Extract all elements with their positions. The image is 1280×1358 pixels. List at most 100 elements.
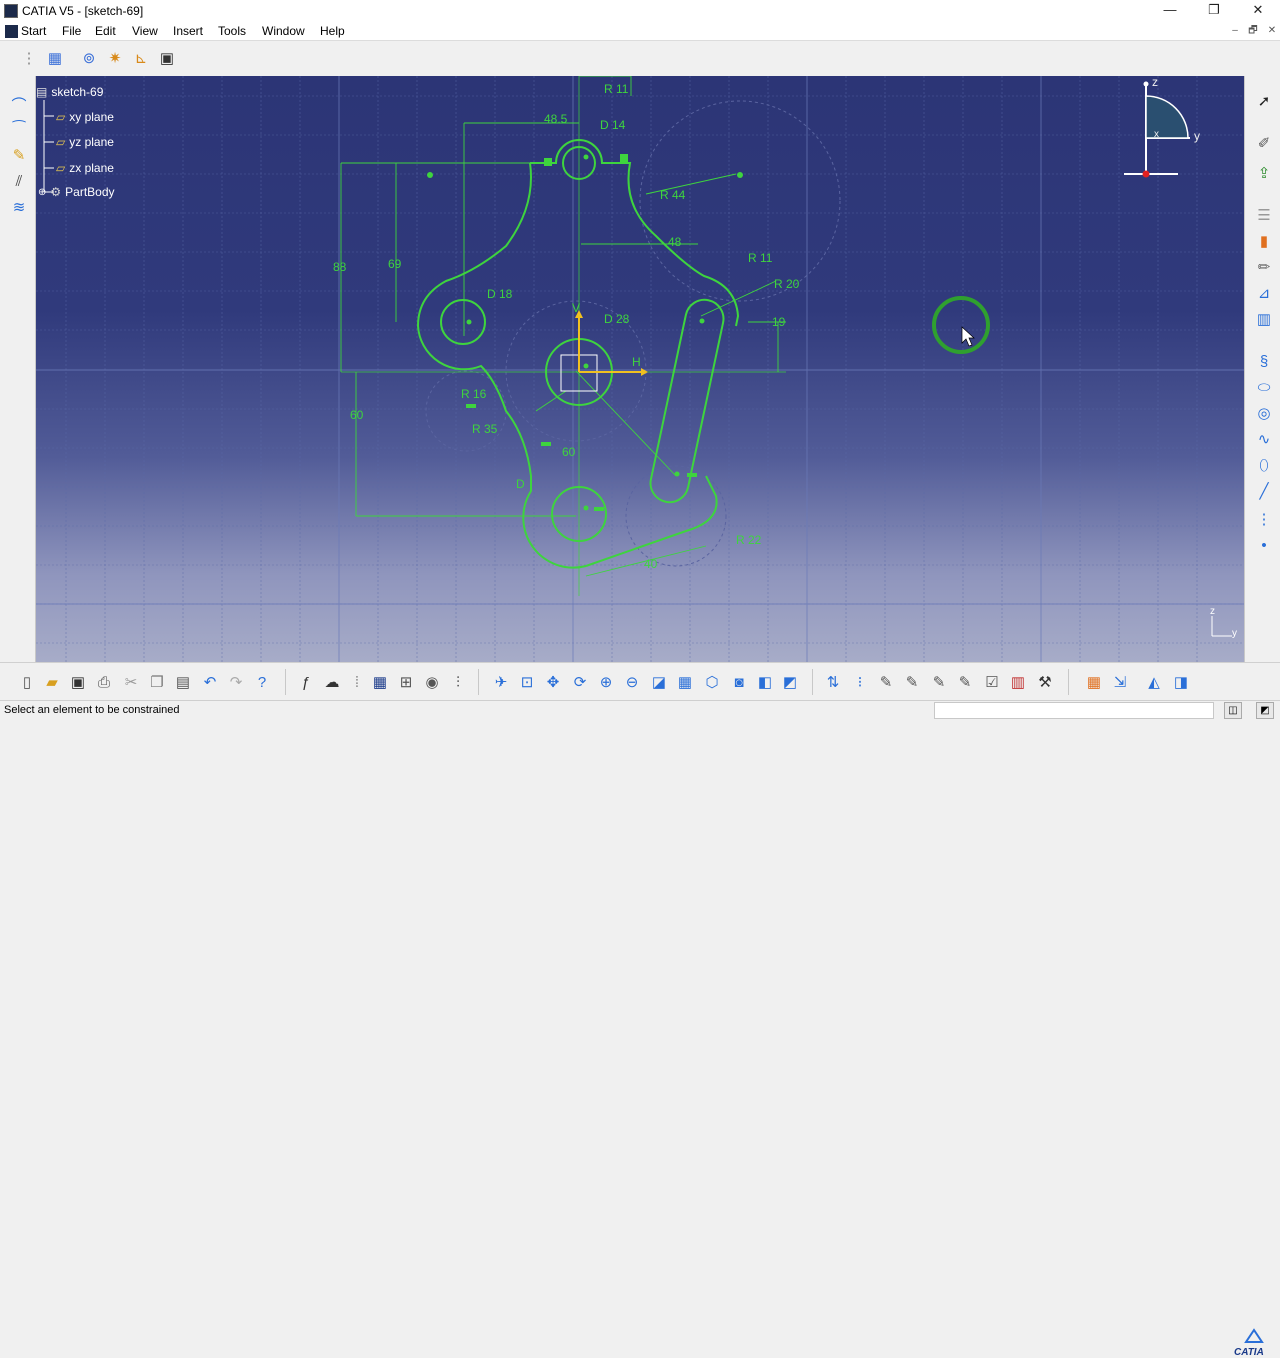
dim-r11-right[interactable]: R 11: [748, 251, 773, 265]
save-icon[interactable]: ▣: [67, 671, 89, 693]
rectangle-icon[interactable]: ▮: [1253, 230, 1275, 252]
symmetry-icon[interactable]: ⫽: [8, 170, 30, 192]
menu-tools[interactable]: Tools: [218, 24, 246, 38]
grid-toggle-icon[interactable]: ▦: [1083, 671, 1105, 693]
edit-icon-3[interactable]: ✎: [928, 671, 950, 693]
cut-icon[interactable]: ✂: [120, 671, 142, 693]
minimize-button[interactable]: —: [1148, 0, 1192, 22]
tools-icon[interactable]: ⚒: [1034, 671, 1056, 693]
ellipse-icon[interactable]: ⬯: [1253, 454, 1275, 476]
dimensional-constraints-icon[interactable]: ⊾: [130, 47, 152, 69]
dim-r16[interactable]: R 16: [461, 387, 487, 401]
snap-to-point-icon[interactable]: ⋮: [18, 47, 40, 69]
constraint-tool-icon[interactable]: ⁝: [849, 671, 871, 693]
menu-help[interactable]: Help: [320, 24, 345, 38]
parameters-icon[interactable]: ⁞: [346, 671, 368, 693]
rotate-icon[interactable]: ⟳: [569, 671, 591, 693]
eraser-icon[interactable]: ✎: [8, 144, 30, 166]
expand-icon[interactable]: ⊕: [38, 187, 46, 198]
undo-icon[interactable]: ↶: [199, 671, 221, 693]
dim-d28[interactable]: D 28: [604, 312, 630, 326]
fly-mode-icon[interactable]: ✈: [490, 671, 512, 693]
doc-close-button[interactable]: ✕: [1264, 25, 1280, 38]
dim-60-vertical[interactable]: 60: [350, 408, 364, 422]
edit-icon-4[interactable]: ✎: [954, 671, 976, 693]
profile-tool-icon[interactable]: §: [1253, 350, 1275, 372]
grid-icon[interactable]: ▦: [44, 47, 66, 69]
project-3d-elements-icon[interactable]: ≋: [8, 196, 30, 218]
sketch-canvas[interactable]: H V R 11 48.5 D 14 R 44 48 R 11 R 20 88 …: [36, 76, 1244, 662]
snap-icon[interactable]: ⇲: [1109, 671, 1131, 693]
dim-40[interactable]: 40: [644, 557, 658, 571]
menu-start[interactable]: Start: [21, 24, 46, 38]
graphics-viewport[interactable]: H V R 11 48.5 D 14 R 44 48 R 11 R 20 88 …: [36, 76, 1244, 662]
sketch-solving-icon[interactable]: ◨: [1170, 671, 1192, 693]
whats-this-icon[interactable]: ?: [251, 671, 273, 693]
dim-48-5[interactable]: 48.5: [544, 112, 568, 126]
point-icon[interactable]: •: [1253, 534, 1275, 556]
dim-d-bottom[interactable]: D: [516, 477, 525, 491]
exit-workbench-icon[interactable]: ⇪: [1253, 162, 1275, 184]
spline-icon[interactable]: ⁀: [8, 118, 30, 140]
pan-icon[interactable]: ✥: [542, 671, 564, 693]
menu-edit[interactable]: Edit: [95, 24, 116, 38]
dim-r20[interactable]: R 20: [774, 277, 800, 291]
operation-icon[interactable]: ▥: [1253, 308, 1275, 330]
tree-item-xy-plane[interactable]: ▱ xy plane: [56, 108, 114, 126]
dim-88[interactable]: 88: [333, 260, 347, 274]
tree-item-partbody[interactable]: ⊕ ⚙ PartBody: [38, 183, 115, 201]
zoom-out-icon[interactable]: ⊖: [621, 671, 643, 693]
update-icon[interactable]: ⇅: [822, 671, 844, 693]
constraint-icon[interactable]: ⊿: [1253, 282, 1275, 304]
doc-minimize-button[interactable]: –: [1227, 25, 1243, 38]
open-folder-icon[interactable]: ▰: [41, 671, 63, 693]
oblong-icon[interactable]: ⬭: [1253, 376, 1275, 398]
redo-icon[interactable]: ↷: [225, 671, 247, 693]
isometric-view-icon[interactable]: ⬡: [701, 671, 723, 693]
tree-item-yz-plane[interactable]: ▱ yz plane: [56, 133, 114, 151]
menu-view[interactable]: View: [132, 24, 158, 38]
zoom-in-icon[interactable]: ⊕: [595, 671, 617, 693]
menu-window[interactable]: Window: [262, 24, 305, 38]
tree-root-sketch[interactable]: ▤ sketch-69: [36, 83, 103, 101]
doc-restore-button[interactable]: 🗗: [1245, 25, 1261, 38]
arc-icon[interactable]: ⌒: [8, 94, 30, 116]
law-icon[interactable]: ⊞: [395, 671, 417, 693]
print-icon[interactable]: ⎙: [93, 671, 115, 693]
dim-r11-top[interactable]: R 11: [604, 82, 629, 96]
paste-icon[interactable]: ▤: [172, 671, 194, 693]
dim-d18[interactable]: D 18: [487, 287, 513, 301]
command-input[interactable]: [934, 702, 1214, 719]
power-input-icon[interactable]: ◩: [1256, 702, 1274, 719]
edit-icon-1[interactable]: ✎: [875, 671, 897, 693]
formula-icon[interactable]: ƒ: [295, 671, 317, 693]
automatic-dimension-icon[interactable]: ▣: [156, 47, 178, 69]
hide-show-icon[interactable]: ◧: [754, 671, 776, 693]
line-icon[interactable]: ╱: [1253, 480, 1275, 502]
cut-part-icon[interactable]: ◭: [1143, 671, 1165, 693]
axis-icon[interactable]: ⋮: [1253, 508, 1275, 530]
restore-button[interactable]: ❐: [1192, 0, 1236, 22]
fit-all-icon[interactable]: ⊡: [516, 671, 538, 693]
knowledge-advisor-icon[interactable]: ☁: [321, 671, 343, 693]
close-button[interactable]: ✕: [1236, 0, 1280, 22]
pencil-icon[interactable]: ✏: [1253, 256, 1275, 278]
dim-69[interactable]: 69: [388, 257, 402, 271]
shading-icon[interactable]: ◙: [728, 671, 750, 693]
analysis-icon[interactable]: ▥: [1007, 671, 1029, 693]
dim-60-diagonal[interactable]: 60: [562, 445, 576, 459]
select-arrow-icon[interactable]: ➚: [1253, 90, 1275, 112]
dim-r44[interactable]: R 44: [660, 188, 686, 202]
copy-icon[interactable]: ❐: [146, 671, 168, 693]
check-icon[interactable]: ☑: [981, 671, 1003, 693]
spline-tool-icon[interactable]: ∿: [1253, 428, 1275, 450]
stop-command-icon[interactable]: ◫: [1224, 702, 1242, 719]
dim-48[interactable]: 48: [668, 235, 682, 249]
dim-d14[interactable]: D 14: [600, 118, 626, 132]
edit-icon-2[interactable]: ✎: [901, 671, 923, 693]
design-table-icon[interactable]: ▦: [369, 671, 391, 693]
new-file-icon[interactable]: ▯: [16, 671, 38, 693]
geometric-constraints-icon[interactable]: ✷: [104, 47, 126, 69]
dim-19[interactable]: 19: [772, 315, 786, 329]
construction-element-icon[interactable]: ⊚: [78, 47, 100, 69]
